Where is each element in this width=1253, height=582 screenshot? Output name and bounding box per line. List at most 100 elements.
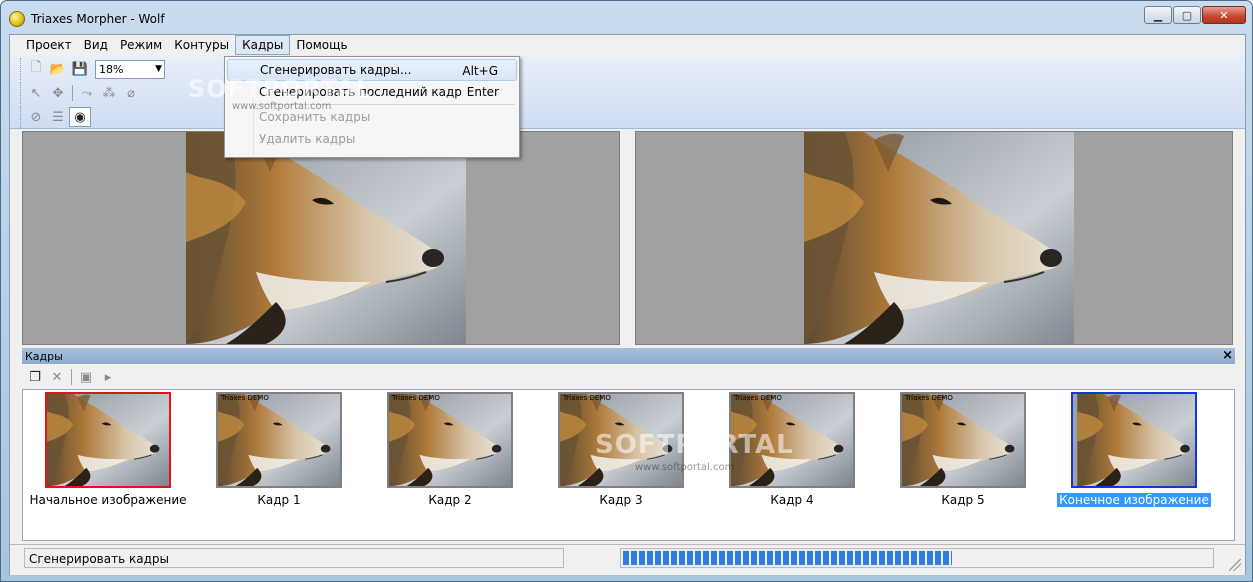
thumbnail-image: Triaxes DEMO [729,392,855,488]
title-bar[interactable]: Triaxes Morpher - Wolf ▁ ▢ ✕ [1,1,1252,34]
thumbnail-frame-5[interactable]: Triaxes DEMO Кадр 5 [883,392,1043,507]
zoom-select[interactable]: 18% ▼ [95,59,165,79]
menu-project[interactable]: Проект [20,35,78,55]
contour-tool-button[interactable]: ⤳ [76,83,98,103]
status-bar: Сгенерировать кадры [10,544,1245,575]
progress-bar [620,548,1214,568]
end-image-pane[interactable] [635,131,1233,345]
play-frames-button[interactable]: ▸ [97,367,119,387]
select-tool-button[interactable]: ↖ [25,83,47,103]
view-toolbar: ⊘ ☰ ◉ [20,106,91,128]
menu-generate-frames[interactable]: Сгенерировать кадры... Alt+G [227,59,517,81]
window-controls: ▁ ▢ ✕ [1143,6,1246,24]
thumbnail-label: Кадр 3 [599,493,643,507]
thumbnail-image: Triaxes DEMO [558,392,684,488]
chevron-down-icon: ▼ [155,64,162,74]
points-icon: ⁂ [102,85,116,101]
edit-toolbar: ↖ ✥ ⤳ ⁂ ⌀ [20,82,142,104]
eye-icon: ◉ [74,109,86,125]
menu-help[interactable]: Помощь [290,35,353,55]
menu-view[interactable]: Вид [78,35,114,55]
minimize-button[interactable]: ▁ [1144,6,1172,24]
thumbnail-frame-2[interactable]: Triaxes DEMO Кадр 2 [370,392,530,507]
frames-panel-title: Кадры [25,349,63,363]
demo-stamp: Triaxes DEMO [905,394,953,402]
status-text: Сгенерировать кадры [24,548,564,568]
paperclip-icon: ⌀ [127,85,135,101]
thumbnail-label: Конечное изображение [1057,493,1211,507]
wolf-photo [560,394,682,486]
wolf-photo [389,394,511,486]
grid-view-button[interactable]: ☰ [47,107,69,127]
menu-generate-last-frame[interactable]: Сгенерировать последний кадр Enter [227,81,517,103]
open-folder-icon: 📂 [49,61,67,77]
menu-item-label: Сохранить кадры [259,110,371,124]
move-arrows-icon: ✥ [52,85,64,101]
wolf-photo [731,394,853,486]
menu-item-shortcut: Alt+G [462,64,498,78]
image-panes [10,130,1245,347]
thumbnail-start[interactable]: Начальное изображение [28,392,188,507]
new-project-button[interactable]: 🗋 [25,59,47,79]
thumbnail-image: Triaxes DEMO [900,392,1026,488]
thumbnail-frame-1[interactable]: Triaxes DEMO Кадр 1 [199,392,359,507]
new-file-icon: 🗋 [30,60,42,75]
close-button[interactable]: ✕ [1202,6,1246,24]
move-tool-button[interactable]: ✥ [47,83,69,103]
menu-delete-frames[interactable]: Удалить кадры [227,128,517,150]
end-wolf-image [794,132,1074,344]
points-tool-button[interactable]: ⁂ [98,83,120,103]
zoom-value: 18% [99,62,124,76]
menu-bar: Проект Вид Режим Контуры Кадры Помощь [10,35,1245,55]
clip-tool-button[interactable]: ⌀ [120,83,142,103]
menu-contours[interactable]: Контуры [168,35,235,55]
hide-contours-icon: ⊘ [30,109,42,125]
thumbnail-image: Triaxes DEMO [387,392,513,488]
menu-mode[interactable]: Режим [114,35,168,55]
thumbnail-image [1071,392,1197,488]
start-wolf-image [186,132,466,344]
save-frames-button[interactable]: ▣ [75,367,97,387]
start-image-pane[interactable] [22,131,620,345]
menu-item-label: Удалить кадры [259,132,356,146]
contour-arrow-icon: ⤳ [81,85,93,101]
frames-panel-close-icon[interactable]: × [1222,348,1233,363]
preview-button[interactable]: ◉ [69,107,91,127]
thumbnail-image [45,392,171,488]
maximize-button[interactable]: ▢ [1173,6,1201,24]
menu-save-frames[interactable]: Сохранить кадры [227,106,517,128]
wolf-photo [186,132,466,344]
frames-strip: Начальное изображение Triaxes DEMO Кадр … [22,389,1235,541]
hide-contours-button[interactable]: ⊘ [25,107,47,127]
delete-x-icon: ✕ [51,369,63,385]
demo-stamp: Triaxes DEMO [221,394,269,402]
thumbnail-label: Начальное изображение [29,493,187,507]
toolbar-separator [71,369,72,385]
list-grid-icon: ☰ [52,109,64,125]
app-window: Triaxes Morpher - Wolf ▁ ▢ ✕ Проект Вид … [0,0,1253,582]
wolf-photo [803,132,1074,344]
frames-stack-icon: ❐ [29,369,41,385]
resize-grip[interactable] [1229,559,1241,571]
thumbnail-end[interactable]: Конечное изображение [1054,392,1214,507]
save-project-button[interactable]: 💾 [69,59,91,79]
maximize-icon: ▢ [1181,8,1193,22]
menu-separator [257,104,515,105]
open-project-button[interactable]: 📂 [47,59,69,79]
app-logo-icon [9,11,25,27]
minimize-icon: ▁ [1153,8,1163,22]
thumbnail-frame-3[interactable]: Triaxes DEMO Кадр 3 [541,392,701,507]
save-disk-icon: ▣ [79,369,93,385]
delete-frames-button[interactable]: ✕ [46,367,68,387]
frames-dropdown-menu: Сгенерировать кадры... Alt+G Сгенерирова… [224,56,520,158]
thumbnail-frame-4[interactable]: Triaxes DEMO Кадр 4 [712,392,872,507]
menu-item-label: Сгенерировать последний кадр [259,85,462,99]
wolf-photo [1076,394,1195,486]
close-icon: ✕ [1219,8,1229,22]
arrow-pointer-icon: ↖ [30,85,42,101]
menu-item-label: Сгенерировать кадры... [260,63,412,77]
demo-stamp: Triaxes DEMO [392,394,440,402]
menu-frames[interactable]: Кадры [235,35,291,55]
window-title: Triaxes Morpher - Wolf [31,12,165,26]
generate-frames-button[interactable]: ❐ [24,367,46,387]
